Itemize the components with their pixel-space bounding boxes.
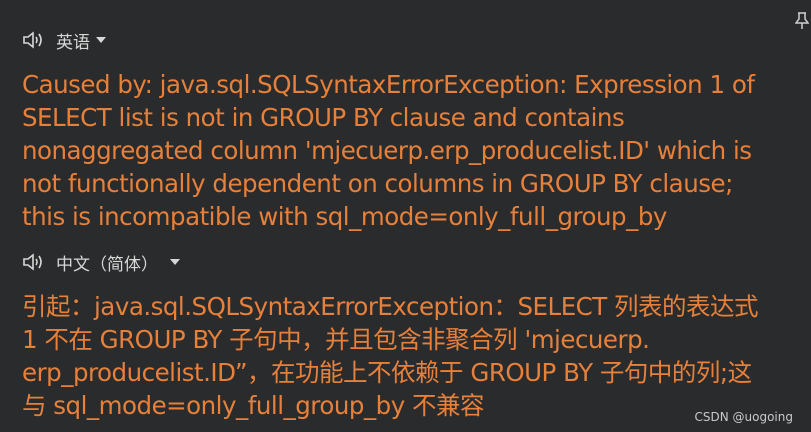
source-line: not functionally dependent on columns in… bbox=[22, 169, 733, 198]
pin-icon[interactable] bbox=[794, 12, 810, 30]
speaker-icon[interactable] bbox=[22, 31, 44, 49]
speaker-icon[interactable] bbox=[22, 253, 44, 271]
target-language-selector[interactable]: 中文（简体） bbox=[22, 249, 180, 275]
caret-down-icon bbox=[96, 37, 106, 43]
target-language-label: 中文（简体） bbox=[56, 254, 158, 275]
target-line: 引起：java.sql.SQLSyntaxErrorException：SELE… bbox=[22, 292, 759, 321]
source-language-selector[interactable]: 英语 bbox=[22, 27, 106, 53]
source-text: Caused by: java.sql.SQLSyntaxErrorExcept… bbox=[22, 68, 792, 233]
translation-panel: 英语 Caused by: java.sql.SQLSyntaxErrorExc… bbox=[0, 0, 811, 432]
caret-down-icon bbox=[170, 259, 180, 265]
source-line: SELECT list is not in GROUP BY clause an… bbox=[22, 103, 625, 132]
target-line: 与 sql_mode=only_full_group_by 不兼容 bbox=[22, 391, 485, 420]
watermark: CSDN @uogoing bbox=[694, 410, 794, 424]
source-line: Caused by: java.sql.SQLSyntaxErrorExcept… bbox=[22, 70, 755, 99]
target-line: 1 不在 GROUP BY 子句中，并且包含非聚合列 'mjecuerp. bbox=[22, 325, 650, 354]
target-text: 引起：java.sql.SQLSyntaxErrorException：SELE… bbox=[22, 290, 792, 422]
source-line: nonaggregated column 'mjecuerp.erp_produ… bbox=[22, 136, 752, 165]
source-language-label: 英语 bbox=[56, 32, 90, 53]
target-line: erp_producelist.ID”，在功能上不依赖于 GROUP BY 子句… bbox=[22, 358, 752, 387]
source-line: this is incompatible with sql_mode=only_… bbox=[22, 202, 667, 231]
